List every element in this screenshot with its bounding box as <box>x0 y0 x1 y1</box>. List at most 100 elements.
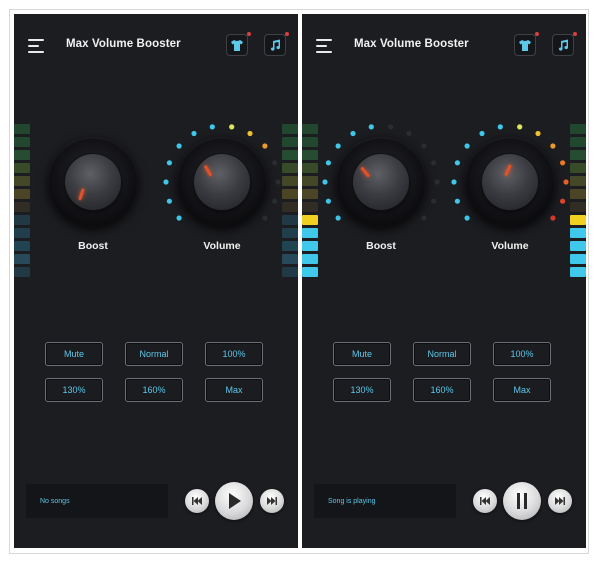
equalizer-bar <box>282 137 298 147</box>
equalizer-bar <box>14 254 30 264</box>
theme-button[interactable] <box>226 32 251 56</box>
boost-label: Boost <box>366 240 396 252</box>
app-screen-left: Max Volume Booster Boost Volume Mute Nor… <box>14 14 298 548</box>
preset-130-button[interactable]: 130% <box>45 378 103 402</box>
next-button[interactable] <box>260 489 284 513</box>
equalizer-bar <box>570 150 586 160</box>
equalizer-bar <box>282 124 298 134</box>
volume-knob[interactable] <box>163 124 281 233</box>
hamburger-menu-icon[interactable] <box>28 39 46 53</box>
equalizer-bar <box>570 202 586 212</box>
equalizer-bar <box>14 189 30 199</box>
level-dot <box>368 124 374 130</box>
level-dot <box>335 215 341 221</box>
level-dot <box>464 215 470 221</box>
preset-160-button[interactable]: 160% <box>125 378 183 402</box>
boost-knob[interactable] <box>322 124 440 233</box>
theme-button[interactable] <box>514 32 539 56</box>
level-dot <box>191 130 197 137</box>
equalizer-bar <box>14 215 30 225</box>
level-dot <box>176 143 182 149</box>
preset-normal-button[interactable]: Normal <box>413 342 471 366</box>
level-dot <box>275 179 281 185</box>
equalizer-bar <box>14 150 30 160</box>
level-dot <box>517 124 523 130</box>
equalizer-bars-left <box>14 124 30 280</box>
boost-label: Boost <box>78 240 108 252</box>
equalizer-bar <box>302 254 318 264</box>
preset-mute-button[interactable]: Mute <box>45 342 103 366</box>
app-title: Max Volume Booster <box>66 38 181 50</box>
preset-160-button[interactable]: 160% <box>413 378 471 402</box>
skip-next-icon <box>555 497 565 505</box>
level-dot <box>406 130 412 137</box>
preset-max-button[interactable]: Max <box>205 378 263 402</box>
pause-button[interactable] <box>503 482 541 520</box>
equalizer-bar <box>302 241 318 251</box>
equalizer-bar <box>14 124 30 134</box>
preset-130-button[interactable]: 130% <box>333 378 391 402</box>
skip-next-icon <box>267 497 277 505</box>
preset-100-button[interactable]: 100% <box>205 342 263 366</box>
equalizer-bar <box>570 228 586 238</box>
level-dot <box>560 198 566 204</box>
notification-dot <box>285 32 289 36</box>
level-dot <box>247 130 253 137</box>
equalizer-bar <box>282 254 298 264</box>
boost-knob[interactable] <box>42 131 144 233</box>
equalizer-bar <box>14 241 30 251</box>
play-button[interactable] <box>215 482 253 520</box>
level-dot <box>166 160 172 166</box>
next-button[interactable] <box>548 489 572 513</box>
equalizer-bars-right <box>570 124 586 280</box>
level-dot <box>563 179 569 185</box>
equalizer-bar <box>14 176 30 186</box>
equalizer-bar <box>302 215 318 225</box>
app-screen-right: Max Volume Booster Boost Volume Mute Nor… <box>302 14 586 548</box>
equalizer-bar <box>282 189 298 199</box>
equalizer-bar <box>570 176 586 186</box>
song-info: No songs <box>26 484 168 518</box>
level-dot <box>262 215 268 221</box>
equalizer-bar <box>282 176 298 186</box>
volume-knob[interactable] <box>451 124 569 233</box>
preset-normal-button[interactable]: Normal <box>125 342 183 366</box>
notification-dot <box>535 32 539 36</box>
previous-button[interactable] <box>185 489 209 513</box>
preset-mute-button[interactable]: Mute <box>333 342 391 366</box>
level-dot <box>166 198 172 204</box>
level-dot <box>535 130 541 137</box>
pause-icon <box>517 493 527 509</box>
equalizer-bar <box>302 137 318 147</box>
level-dot <box>550 143 556 149</box>
level-dot <box>454 160 460 166</box>
equalizer-bar <box>282 202 298 212</box>
preset-100-button[interactable]: 100% <box>493 342 551 366</box>
equalizer-bar <box>570 241 586 251</box>
previous-button[interactable] <box>473 489 497 513</box>
equalizer-bar <box>282 150 298 160</box>
equalizer-bar <box>14 267 30 277</box>
equalizer-bar <box>302 124 318 134</box>
equalizer-bar <box>282 215 298 225</box>
level-dot <box>451 179 457 185</box>
music-note-icon <box>558 39 569 51</box>
preset-max-button[interactable]: Max <box>493 378 551 402</box>
volume-label: Volume <box>491 240 529 252</box>
equalizer-bar <box>302 150 318 160</box>
level-dot <box>325 160 331 166</box>
play-icon <box>229 493 241 509</box>
equalizer-bar <box>570 189 586 199</box>
hamburger-menu-icon[interactable] <box>316 39 334 53</box>
shirt-icon <box>519 39 531 51</box>
music-button[interactable] <box>264 32 289 56</box>
notification-dot <box>573 32 577 36</box>
equalizer-bar <box>14 228 30 238</box>
music-button[interactable] <box>552 32 577 56</box>
level-dot <box>176 215 182 221</box>
level-dot <box>350 130 356 137</box>
equalizer-bar <box>302 202 318 212</box>
equalizer-bar <box>302 267 318 277</box>
notification-dot <box>247 32 251 36</box>
equalizer-bar <box>302 189 318 199</box>
